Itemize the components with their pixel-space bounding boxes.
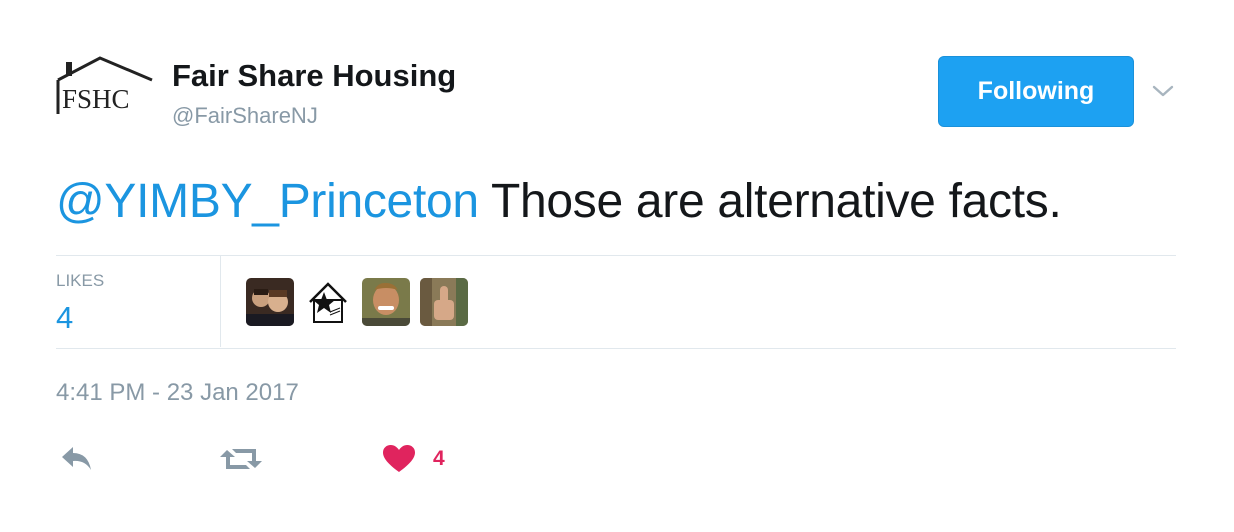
likes-label: LIKES bbox=[56, 271, 105, 290]
divider bbox=[220, 256, 221, 347]
svg-text:FSHC: FSHC bbox=[62, 84, 130, 114]
liker-avatar-couple[interactable] bbox=[246, 278, 294, 326]
retweet-icon[interactable] bbox=[219, 442, 263, 476]
tweet-timestamp[interactable]: 4:41 PM - 23 Jan 2017 bbox=[56, 379, 299, 407]
account-name[interactable]: Fair Share Housing bbox=[172, 58, 456, 94]
like-count[interactable]: 4 bbox=[433, 447, 445, 471]
reply-icon[interactable] bbox=[58, 442, 96, 476]
liker-avatar-thumbs-up[interactable] bbox=[420, 278, 468, 326]
divider bbox=[56, 255, 1176, 256]
likes-count[interactable]: 4 bbox=[56, 300, 73, 336]
following-button[interactable]: Following bbox=[938, 56, 1134, 127]
mention-link[interactable]: @YIMBY_Princeton bbox=[56, 175, 479, 228]
account-handle[interactable]: @FairShareNJ bbox=[172, 103, 318, 129]
heart-icon[interactable] bbox=[382, 442, 422, 476]
tweet-body: Those are alternative facts. bbox=[478, 175, 1062, 228]
tweet-text: @YIMBY_Princeton Those are alternative f… bbox=[56, 174, 1062, 229]
chevron-down-icon[interactable] bbox=[1148, 78, 1178, 104]
liker-avatar-house-star[interactable] bbox=[304, 278, 352, 326]
divider bbox=[56, 348, 1176, 349]
liker-avatar-woman[interactable] bbox=[362, 278, 410, 326]
account-logo[interactable]: FSHC bbox=[54, 52, 154, 120]
